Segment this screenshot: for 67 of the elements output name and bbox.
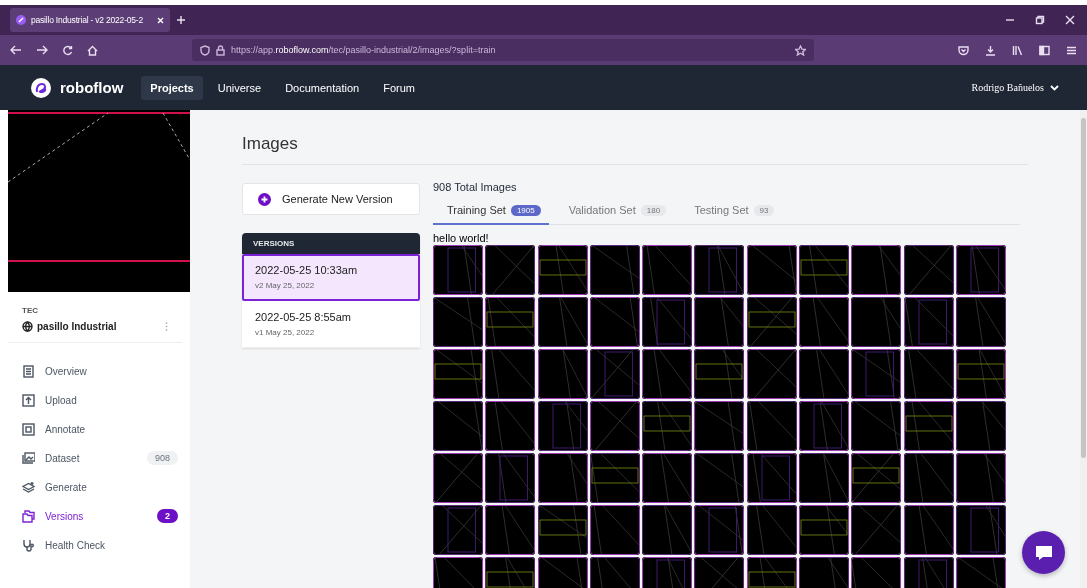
browser-tab[interactable]: pasillo Industrial - v2 2022-05-2	[10, 8, 170, 32]
version-date: v2 May 25, 2022	[255, 281, 316, 290]
sidebar-item[interactable]: Annotate	[22, 420, 178, 438]
logo-icon	[30, 76, 52, 99]
globe-icon	[22, 321, 33, 332]
document-icon	[22, 364, 35, 378]
app-logo-icon	[16, 15, 26, 25]
sidebar-item[interactable]: Upload	[22, 391, 178, 409]
images-icon	[22, 451, 35, 465]
sidebar-item[interactable]: Dataset 908	[22, 449, 178, 467]
nav-link[interactable]: Documentation	[276, 75, 369, 100]
stethoscope-icon	[22, 538, 35, 552]
page-title: Images	[242, 134, 1028, 165]
nav-link[interactable]: Forum	[374, 75, 424, 100]
caption: hello world!	[433, 232, 490, 244]
close-icon[interactable]	[1065, 15, 1075, 25]
split-tab[interactable]: Testing Set 93	[680, 201, 783, 225]
pocket-icon[interactable]	[958, 44, 969, 56]
menu-icon[interactable]	[1066, 44, 1077, 56]
folders-icon	[22, 509, 35, 523]
lock-icon	[216, 44, 225, 56]
version-item[interactable]: 2022-05-25 10:33am v2 May 25, 2022	[242, 254, 420, 301]
new-tab-icon[interactable]	[176, 15, 186, 25]
workspace-label: TEC	[22, 306, 39, 315]
chevron-down-icon	[1050, 84, 1059, 91]
count-badge: 908	[146, 451, 178, 465]
split-tab[interactable]: Training Set 1905	[433, 201, 549, 225]
nav-link[interactable]: Projects	[141, 75, 203, 100]
sidebar-item[interactable]: Generate	[22, 478, 178, 496]
layers-icon	[22, 480, 35, 494]
forward-icon[interactable]	[36, 45, 48, 55]
panel-header: VERSIONS	[242, 233, 420, 254]
shield-icon	[200, 44, 210, 56]
total-images: 908 Total Images	[433, 181, 518, 193]
scrollbar[interactable]	[1081, 118, 1086, 458]
tab-title: pasillo Industrial - v2 2022-05-2	[31, 15, 144, 25]
address-bar[interactable]: https://app.roboflow.com/tec/pasillo-industrial/2/images/?split=train	[192, 39, 814, 61]
reload-icon[interactable]	[62, 44, 73, 56]
library-icon[interactable]	[1012, 44, 1023, 56]
version-date: v1 May 25, 2022	[255, 328, 316, 337]
annotate-icon	[22, 422, 35, 436]
back-icon[interactable]	[10, 45, 22, 55]
chat-icon	[1033, 543, 1054, 562]
star-icon[interactable]	[795, 44, 806, 56]
url-text: https://app.roboflow.com/tec/pasillo-industrial/2/images/?split=train	[231, 45, 497, 55]
sidebar-item[interactable]: Versions 2	[22, 507, 178, 525]
generate-version-button[interactable]: Generate New Version	[242, 183, 420, 215]
split-tab[interactable]: Validation Set 180	[554, 201, 675, 225]
sidebar-item[interactable]: Overview	[22, 362, 178, 380]
nav-link[interactable]: Universe	[208, 75, 271, 100]
sidebar-item[interactable]: Health Check	[22, 536, 178, 554]
sidebar-icon[interactable]	[1039, 44, 1050, 56]
count-badge: 1905	[510, 204, 541, 216]
project-name: pasillo Industrial	[37, 321, 117, 332]
count-badge: 180	[640, 204, 667, 216]
version-name: 2022-05-25 8:55am	[255, 311, 352, 323]
plus-circle-icon	[258, 192, 271, 206]
version-item[interactable]: 2022-05-25 8:55am v1 May 25, 2022	[242, 301, 420, 348]
download-icon[interactable]	[985, 44, 996, 56]
brand-name: roboflow	[60, 79, 124, 96]
count-badge: 2	[157, 509, 178, 523]
version-name: 2022-05-25 10:33am	[255, 264, 359, 276]
count-badge: 93	[753, 204, 775, 216]
upload-icon	[22, 393, 35, 407]
home-icon[interactable]	[87, 44, 98, 56]
user-menu[interactable]: Rodrigo Bañuelos	[971, 82, 1059, 93]
restore-icon[interactable]	[1035, 15, 1045, 25]
